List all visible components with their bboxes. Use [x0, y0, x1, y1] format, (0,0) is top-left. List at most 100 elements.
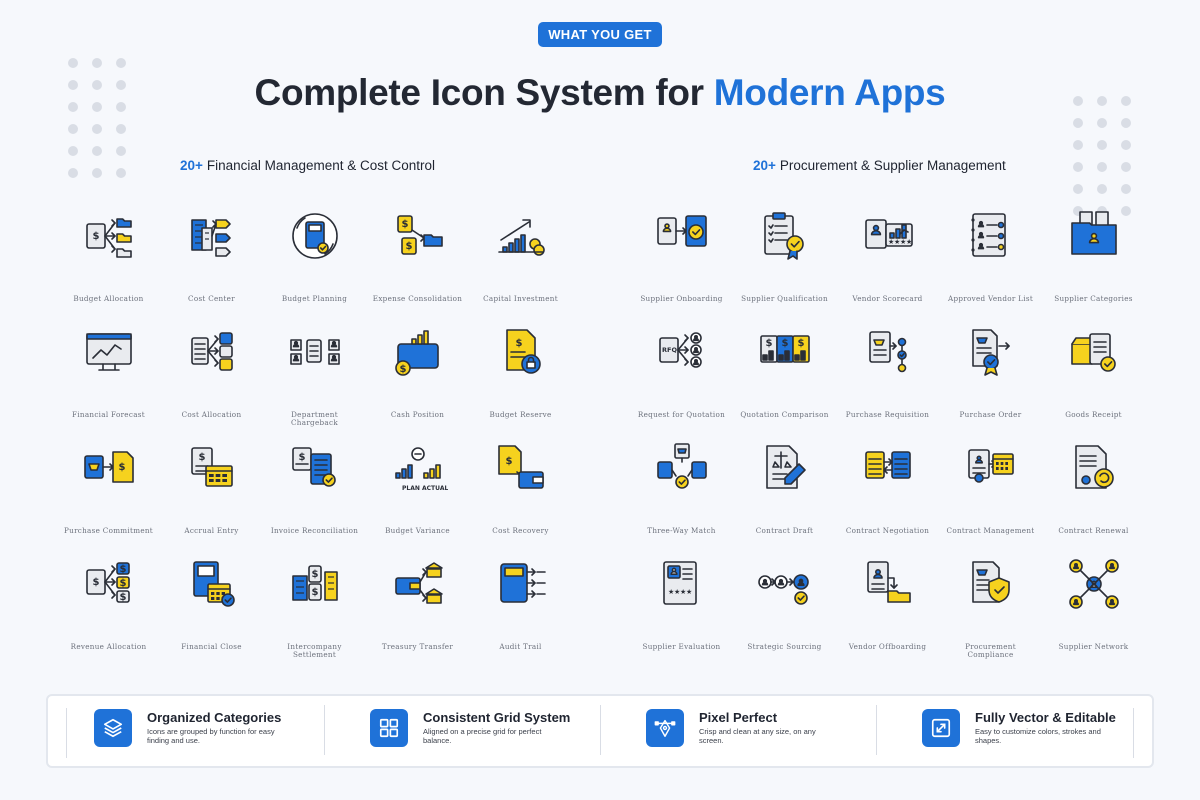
feature-title: Fully Vector & Editable [975, 710, 1116, 725]
procurement-icon-tile: Strategic Sourcing [733, 552, 836, 668]
svg-text:$: $ [298, 452, 305, 463]
bar-growth-coins-icon [491, 204, 551, 271]
pen-tool-icon [646, 709, 684, 747]
svg-text:PLAN: PLAN [402, 485, 420, 492]
icon-label: Expense Consolidation [372, 294, 463, 303]
financial-icon-tile: Treasury Transfer [366, 552, 469, 668]
calculator-list-icon [491, 552, 551, 619]
procurement-icon-tile: Three-Way Match [630, 436, 733, 552]
compare-sheets-icon: $ $ $ [755, 320, 815, 387]
svg-text:$: $ [119, 592, 126, 603]
what-you-get-badge: WHAT YOU GET [538, 22, 662, 47]
financial-icon-tile: Cost Center [160, 204, 263, 320]
wallet-bank-icon [388, 552, 448, 619]
financial-icon-tile: $ Budget Allocation [57, 204, 160, 320]
cart-shield-icon [961, 552, 1021, 619]
feature-title: Pixel Perfect [699, 710, 778, 725]
financial-icon-tile: $ Cost Recovery [469, 436, 572, 552]
procurement-icon-tile: Procurement Compliance [939, 552, 1042, 668]
clipboard-badge-icon [755, 204, 815, 271]
financial-icon-tile: Financial Forecast [57, 320, 160, 436]
icon-label: Budget Allocation [73, 294, 144, 303]
grid-icon [370, 709, 408, 747]
icon-label: Supplier Network [1058, 642, 1129, 651]
document-calendar-icon: $ [182, 436, 242, 503]
icon-label: Goods Receipt [1065, 410, 1122, 419]
feature-description: Easy to customize colors, strokes and sh… [975, 727, 1101, 745]
icon-label: Vendor Scorecard [852, 294, 923, 303]
procurement-icon-tile: Contract Draft [733, 436, 836, 552]
procurement-icon-tile: Contract Negotiation [836, 436, 939, 552]
feature-fully-vector: Fully Vector & Editable Easy to customiz… [876, 705, 1152, 757]
icon-label: Financial Forecast [72, 410, 145, 419]
icon-label: Quotation Comparison [740, 410, 829, 419]
icon-label: Purchase Requisition [845, 410, 930, 419]
icon-label: Cost Center [188, 294, 235, 303]
icon-label: Cost Allocation [181, 410, 242, 419]
icon-label: Contract Management [946, 526, 1035, 535]
procurement-count: 20+ [753, 158, 776, 173]
svg-text:ACTUAL: ACTUAL [422, 485, 448, 492]
folder-profile-icon [1064, 204, 1124, 271]
document-wallet-icon: $ [491, 436, 551, 503]
icon-label: Contract Renewal [1058, 526, 1129, 535]
feature-consistent-grid: Consistent Grid System Aligned on a prec… [324, 705, 600, 757]
icon-label: Request for Quotation [637, 410, 726, 419]
icon-label: Contract Draft [755, 526, 814, 535]
svg-text:$: $ [401, 219, 408, 230]
decorative-dots-right [1073, 96, 1131, 216]
financial-icon-grid: $ Budget Allocation Cost Center Budget Plan… [57, 204, 572, 668]
icon-label: Invoice Reconciliation [270, 526, 359, 535]
box-receipt-icon [1064, 320, 1124, 387]
financial-icon-tile: Department Chargeback [263, 320, 366, 436]
icon-label: Treasury Transfer [381, 642, 454, 651]
document-lock-icon: $ [491, 320, 551, 387]
financial-icon-tile: $ Accrual Entry [160, 436, 263, 552]
icon-label: Intercompany Settlement [287, 642, 342, 659]
financial-icon-tile: PLAN ACTUAL Budget Variance [366, 436, 469, 552]
three-way-check-icon [652, 436, 712, 503]
order-badge-icon [961, 320, 1021, 387]
financial-icon-tile: $ Invoice Reconciliation [263, 436, 366, 552]
procurement-icon-tile: Goods Receipt [1042, 320, 1145, 436]
feature-organized-categories: Organized Categories Icons are grouped b… [48, 705, 324, 757]
feature-description: Aligned on a precise grid for perfect ba… [423, 727, 542, 745]
icon-label: Cost Recovery [492, 526, 549, 535]
icon-label: Procurement Compliance [965, 642, 1016, 659]
wallet-chart-icon: $ [388, 320, 448, 387]
financial-icon-tile: Audit Trail [469, 552, 572, 668]
layers-icon [94, 709, 132, 747]
icon-label: Department Chargeback [291, 410, 338, 427]
icon-label: Cash Position [390, 410, 445, 419]
procurement-icon-tile: Contract Renewal [1042, 436, 1145, 552]
icon-label: Budget Variance [385, 526, 450, 535]
buildings-transfer-icon: $ $ [285, 552, 345, 619]
procurement-icon-tile: Purchase Order [939, 320, 1042, 436]
documents-exchange-icon [858, 436, 918, 503]
contract-pen-icon [755, 436, 815, 503]
financial-section-heading: 20+ Financial Management & Cost Control [180, 158, 435, 173]
svg-text:★: ★ [686, 588, 692, 596]
financial-icon-tile: $ $ Expense Consolidation [366, 204, 469, 320]
rfq-users-icon: RFQ [652, 320, 712, 387]
procurement-icon-tile: Supplier Network [1042, 552, 1145, 668]
svg-text:$: $ [399, 364, 406, 375]
svg-text:$: $ [797, 338, 804, 349]
procurement-icon-tile: ★ ★ ★ ★ Supplier Evaluation [630, 552, 733, 668]
network-icon [1064, 552, 1124, 619]
procurement-icon-tile: RFQ Request for Quotation [630, 320, 733, 436]
icon-label: Revenue Allocation [70, 642, 147, 651]
svg-text:★: ★ [906, 238, 912, 246]
procurement-icon-tile: Vendor Offboarding [836, 552, 939, 668]
procurement-icon-tile: Purchase Requisition [836, 320, 939, 436]
profile-scorecard-icon: ★ ★ ★ ★ [858, 204, 918, 271]
procurement-icon-tile: ★ ★ ★ ★ Vendor Scorecard [836, 204, 939, 320]
financial-icon-tile: Budget Planning [263, 204, 366, 320]
cart-approval-icon [858, 320, 918, 387]
icon-label: Vendor Offboarding [848, 642, 927, 651]
icon-label: Supplier Qualification [741, 294, 828, 303]
procurement-section-heading: 20+ Procurement & Supplier Management [753, 158, 1006, 173]
financial-count: 20+ [180, 158, 203, 173]
feature-description: Icons are grouped by function for easy f… [147, 727, 275, 745]
feature-title: Organized Categories [147, 710, 282, 725]
